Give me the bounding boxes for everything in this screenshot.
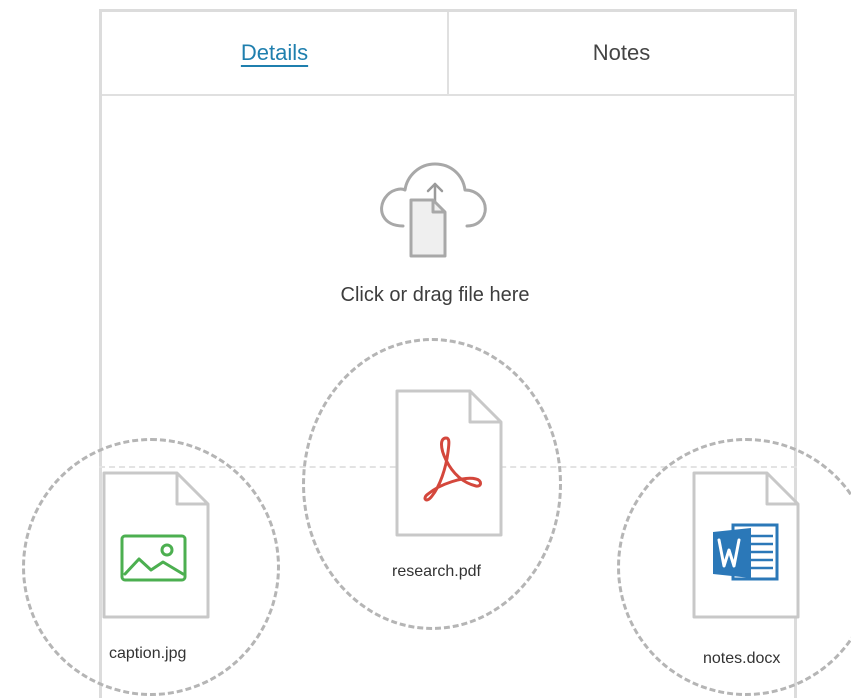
- word-file-icon[interactable]: [691, 470, 801, 620]
- file-name-research: research.pdf: [392, 563, 481, 580]
- tab-bar: Details Notes: [102, 12, 794, 96]
- file-name-caption: caption.jpg: [109, 645, 187, 662]
- file-drop-zone[interactable]: Click or drag file here: [250, 130, 650, 330]
- file-name-notes: notes.docx: [703, 650, 781, 667]
- tab-details[interactable]: Details: [102, 12, 447, 94]
- upload-prompt: Click or drag file here: [340, 284, 530, 306]
- cloud-upload-icon: [380, 162, 487, 258]
- pdf-file-icon[interactable]: [394, 388, 504, 538]
- image-file-icon[interactable]: [101, 470, 211, 620]
- tab-notes[interactable]: Notes: [447, 12, 794, 94]
- upload-widget: Details Notes Click or drag file here ca…: [0, 0, 851, 698]
